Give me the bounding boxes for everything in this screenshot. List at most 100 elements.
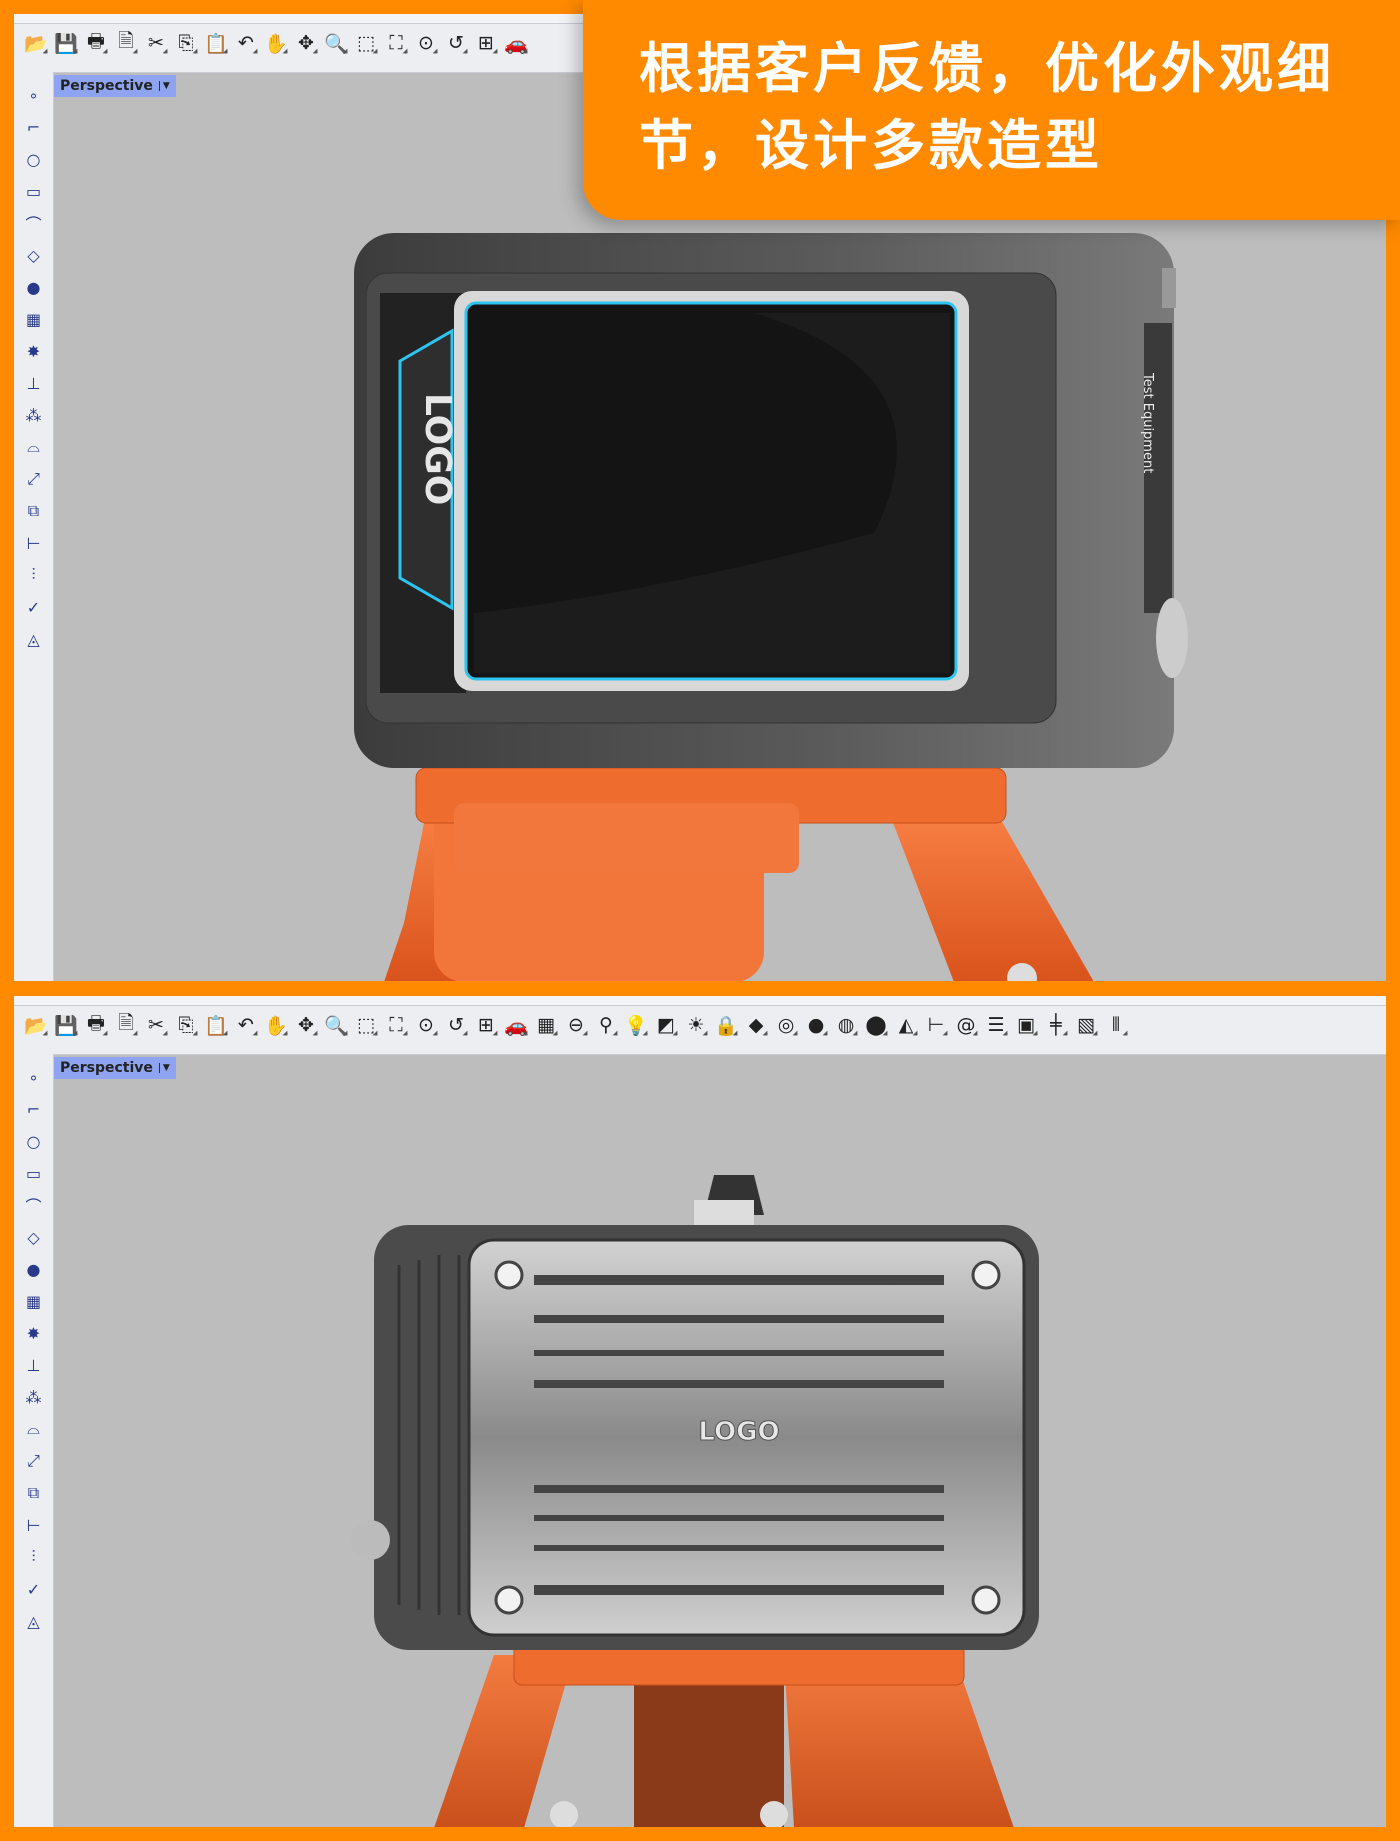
color-wheel-icon[interactable]: ◎ (772, 1011, 800, 1039)
section-icon[interactable]: ╪ (1042, 1011, 1070, 1039)
open-icon[interactable]: 📂 (22, 29, 50, 57)
fillet-icon[interactable]: ⌓ (20, 434, 48, 460)
mesh-icon[interactable]: ▦ (20, 1288, 48, 1314)
explode-icon[interactable]: ✸ (20, 1320, 48, 1346)
zoom-icon[interactable]: 🔍 (322, 1011, 350, 1039)
cut-icon[interactable]: ✂ (142, 29, 170, 57)
tripod (384, 767, 1094, 981)
dimension-icon[interactable]: ⊢ (20, 530, 48, 556)
trim-icon[interactable]: ⊥ (20, 370, 48, 396)
point-icon[interactable]: ∘ (20, 82, 48, 108)
mesh-icon[interactable]: ▦ (20, 306, 48, 332)
surface-icon[interactable]: ◇ (20, 1224, 48, 1250)
zoom-extents-icon[interactable]: ⛶ (382, 1011, 410, 1039)
undo-icon[interactable]: ↶ (232, 1011, 260, 1039)
undo-icon[interactable]: ↶ (232, 29, 260, 57)
dropdown-icon[interactable]: ▼ (158, 81, 170, 91)
zoom-selected-icon[interactable]: ⊙ (412, 1011, 440, 1039)
point-icon[interactable]: ∘ (20, 1064, 48, 1090)
viewport-tab-perspective[interactable]: Perspective ▼ (54, 75, 176, 97)
gumball-icon[interactable]: ⚲ (592, 1011, 620, 1039)
import-icon[interactable]: 🗎 (112, 29, 140, 57)
cut-icon[interactable]: ✂ (142, 1011, 170, 1039)
print-icon[interactable]: 🖶 (82, 1011, 110, 1039)
car-icon[interactable]: 🚗 (502, 1011, 530, 1039)
circle-icon[interactable]: ○ (20, 146, 48, 172)
save-icon[interactable]: 💾 (52, 1011, 80, 1039)
split-icon[interactable]: ⫶ (20, 562, 48, 588)
zoom-extents-icon[interactable]: ⛶ (382, 29, 410, 57)
zoom-window-icon[interactable]: ⬚ (352, 1011, 380, 1039)
array-icon[interactable]: ⧉ (20, 1480, 48, 1506)
perspective-viewport[interactable]: LOGO Perspective ▼ (54, 1054, 1386, 1827)
explode-icon[interactable]: ✸ (20, 338, 48, 364)
group-icon[interactable]: ⁂ (20, 1384, 48, 1410)
pan-icon[interactable]: ✋ (262, 29, 290, 57)
save-icon[interactable]: 💾 (52, 29, 80, 57)
polyline-icon[interactable]: ⌐ (20, 1096, 48, 1122)
mirror-icon[interactable]: ⫴ (1102, 1011, 1130, 1039)
undo-view-icon[interactable]: ↺ (442, 29, 470, 57)
zoom-selected-icon[interactable]: ⊙ (412, 29, 440, 57)
device-back-render: LOGO (350, 1175, 1039, 1827)
rotate-icon[interactable]: ✥ (292, 29, 320, 57)
trim-icon[interactable]: ⊥ (20, 1352, 48, 1378)
render-sphere-icon[interactable]: ◍ (832, 1011, 860, 1039)
solid-icon[interactable]: ● (20, 1256, 48, 1282)
print-icon[interactable]: 🖶 (82, 29, 110, 57)
group-icon[interactable]: ⁂ (20, 402, 48, 428)
grid-icon[interactable]: ▦ (532, 1011, 560, 1039)
dropdown-icon[interactable]: ▼ (158, 1063, 170, 1073)
copy-icon[interactable]: ⎘ (172, 1011, 200, 1039)
render-icon[interactable]: ◬ (20, 1608, 48, 1634)
copy-icon[interactable]: ⎘ (172, 29, 200, 57)
check-icon[interactable]: ✓ (20, 594, 48, 620)
split-icon[interactable]: ⫶ (20, 1544, 48, 1570)
circle-icon[interactable]: ○ (20, 1128, 48, 1154)
viewport-label: Perspective (60, 1060, 153, 1076)
curve-icon[interactable]: ⌒ (20, 210, 48, 236)
render-icon[interactable]: ◬ (20, 626, 48, 652)
rectangle-icon[interactable]: ▭ (20, 1160, 48, 1186)
layers-icon[interactable]: ☰ (982, 1011, 1010, 1039)
solid-icon[interactable]: ● (20, 274, 48, 300)
car-icon[interactable]: 🚗 (502, 29, 530, 57)
box-icon[interactable]: ▣ (1012, 1011, 1040, 1039)
dimension-icon[interactable]: ⊢ (922, 1011, 950, 1039)
device-body: LOGO (350, 1175, 1039, 1650)
hatch-icon[interactable]: ▧ (1072, 1011, 1100, 1039)
transform-icon[interactable]: ⤢ (20, 466, 48, 492)
surface-icon[interactable]: ◇ (20, 242, 48, 268)
spotlight-icon[interactable]: ◭ (892, 1011, 920, 1039)
import-icon[interactable]: 🗎 (112, 1011, 140, 1039)
fillet-icon[interactable]: ⌓ (20, 1416, 48, 1442)
pan-icon[interactable]: ✋ (262, 1011, 290, 1039)
paste-icon[interactable]: 📋 (202, 29, 230, 57)
light-icon[interactable]: 💡 (622, 1011, 650, 1039)
shade-icon[interactable]: ◆ (742, 1011, 770, 1039)
viewport-layout-icon[interactable]: ⊞ (472, 29, 500, 57)
lock-icon[interactable]: 🔒 (712, 1011, 740, 1039)
check-icon[interactable]: ✓ (20, 1576, 48, 1602)
viewport-layout-icon[interactable]: ⊞ (472, 1011, 500, 1039)
dimension-icon[interactable]: ⊢ (20, 1512, 48, 1538)
zoom-icon[interactable]: 🔍 (322, 29, 350, 57)
blue-sphere-icon[interactable]: ⬤ (862, 1011, 890, 1039)
light-toggle-icon[interactable]: ◩ (652, 1011, 680, 1039)
spiral-icon[interactable]: @ (952, 1011, 980, 1039)
zoom-window-icon[interactable]: ⬚ (352, 29, 380, 57)
undo-view-icon[interactable]: ↺ (442, 1011, 470, 1039)
polyline-icon[interactable]: ⌐ (20, 114, 48, 140)
curve-icon[interactable]: ⌒ (20, 1192, 48, 1218)
paste-icon[interactable]: 📋 (202, 1011, 230, 1039)
open-icon[interactable]: 📂 (22, 1011, 50, 1039)
sphere-icon[interactable]: ● (802, 1011, 830, 1039)
main-toolbar: 📂 💾 🖶 🗎 ✂ ⎘ 📋 ↶ ✋ ✥ 🔍 ⬚ ⛶ ⊙ ↺ ⊞ 🚗 ▦ ⊖ ⚲ 💡 ◩ ☀ 🔒 ◆ ◎ ● ◍ ⬤ ◭ ⊢ @ ☰ ▣ ╪ ▧ ⫴ (22, 1010, 1130, 1040)
lights-icon[interactable]: ☀ (682, 1011, 710, 1039)
cplane-icon[interactable]: ⊖ (562, 1011, 590, 1039)
array-icon[interactable]: ⧉ (20, 498, 48, 524)
rectangle-icon[interactable]: ▭ (20, 178, 48, 204)
viewport-tab-perspective[interactable]: Perspective ▼ (54, 1057, 176, 1079)
transform-icon[interactable]: ⤢ (20, 1448, 48, 1474)
rotate-icon[interactable]: ✥ (292, 1011, 320, 1039)
